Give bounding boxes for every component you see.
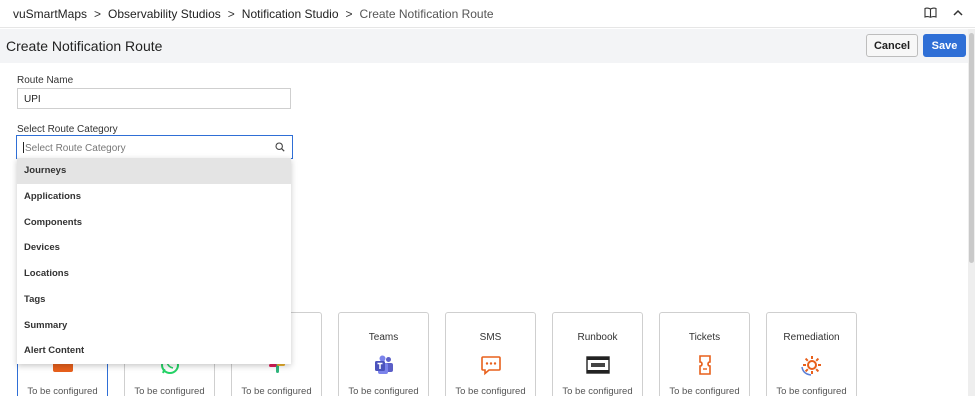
channel-status: To be configured <box>455 386 526 396</box>
top-bar: vuSmartMaps > Observability Studios > No… <box>0 0 975 28</box>
channel-card-runbook[interactable]: Runbook To be configured <box>552 312 643 396</box>
channel-card-teams[interactable]: Teams To be configured <box>338 312 429 396</box>
remediation-icon <box>800 354 824 376</box>
save-button[interactable]: Save <box>923 34 966 57</box>
dropdown-option-locations[interactable]: Locations <box>17 261 291 287</box>
breadcrumb-vusmartmaps[interactable]: vuSmartMaps <box>13 7 87 21</box>
channel-title: SMS <box>479 332 502 343</box>
dropdown-option-applications[interactable]: Applications <box>17 184 291 210</box>
channel-card-remediation[interactable]: Remediation To be configured <box>766 312 857 396</box>
channel-status: To be configured <box>27 386 98 396</box>
channel-status: To be configured <box>134 386 205 396</box>
chevron-up-icon[interactable] <box>953 9 963 17</box>
channel-status: To be configured <box>669 386 740 396</box>
breadcrumb-separator: > <box>345 7 353 21</box>
channel-title: Remediation <box>783 332 840 343</box>
route-category-dropdown: Journeys Applications Components Devices… <box>17 158 291 364</box>
dropdown-option-tags[interactable]: Tags <box>17 287 291 313</box>
channel-title: Runbook <box>577 332 618 343</box>
route-category-search-input[interactable]: Select Route Category <box>16 135 293 159</box>
route-name-input[interactable]: UPI <box>17 88 291 109</box>
channel-title: Teams <box>368 332 399 343</box>
channel-card-sms[interactable]: SMS To be configured <box>445 312 536 396</box>
route-category-placeholder: Select Route Category <box>25 143 126 154</box>
channel-status: To be configured <box>348 386 419 396</box>
vertical-scrollbar[interactable] <box>968 29 975 396</box>
dropdown-option-alert-content[interactable]: Alert Content <box>17 338 291 364</box>
breadcrumb-separator: > <box>227 7 235 21</box>
runbook-icon <box>585 354 610 376</box>
scrollbar-thumb[interactable] <box>969 33 974 263</box>
channel-status: To be configured <box>241 386 312 396</box>
sms-icon <box>479 354 503 376</box>
channel-status: To be configured <box>562 386 633 396</box>
route-category-label: Select Route Category <box>17 124 118 135</box>
breadcrumb: vuSmartMaps > Observability Studios > No… <box>13 7 494 21</box>
dropdown-option-journeys[interactable]: Journeys <box>17 158 291 184</box>
teams-icon <box>372 354 396 376</box>
channel-status: To be configured <box>776 386 847 396</box>
page-title: Create Notification Route <box>6 38 163 54</box>
breadcrumb-observability-studios[interactable]: Observability Studios <box>108 7 221 21</box>
channel-card-tickets[interactable]: Tickets To be configured <box>659 312 750 396</box>
cancel-button[interactable]: Cancel <box>866 34 918 57</box>
route-name-value: UPI <box>24 94 41 105</box>
route-name-label: Route Name <box>17 75 74 86</box>
book-icon[interactable] <box>924 7 937 18</box>
search-icon <box>275 142 285 155</box>
dropdown-option-devices[interactable]: Devices <box>17 235 291 261</box>
dropdown-option-components[interactable]: Components <box>17 210 291 236</box>
breadcrumb-separator: > <box>94 7 102 21</box>
page-header: Create Notification Route Cancel Save <box>0 29 975 63</box>
breadcrumb-current: Create Notification Route <box>359 7 494 21</box>
channel-title: Tickets <box>688 332 721 343</box>
tickets-icon <box>693 354 717 376</box>
text-caret <box>23 142 24 153</box>
breadcrumb-notification-studio[interactable]: Notification Studio <box>242 7 339 21</box>
dropdown-option-summary[interactable]: Summary <box>17 313 291 339</box>
